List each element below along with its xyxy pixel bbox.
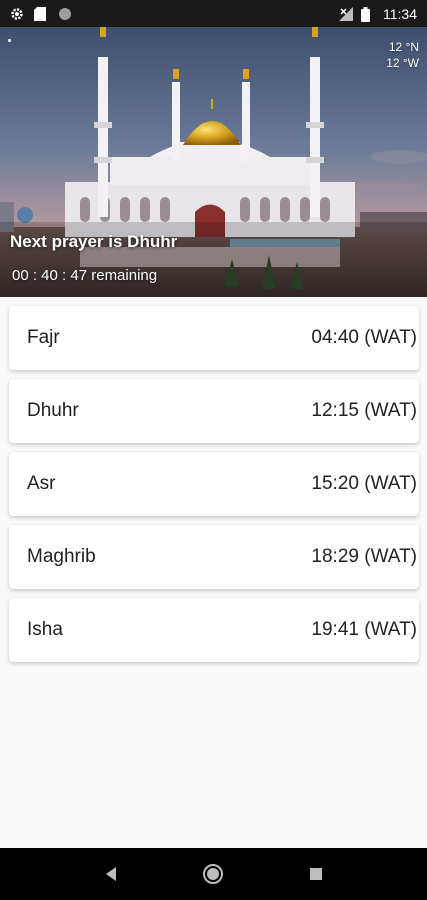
next-prayer-title: Next prayer is Dhuhr: [10, 232, 178, 251]
prayer-name: Isha: [27, 619, 63, 640]
system-nav-bar: [0, 848, 427, 900]
header-image: 12 °N 12 °W Next prayer is Dhuhr 00 : 40…: [0, 27, 427, 297]
recents-icon[interactable]: [304, 862, 328, 886]
prayer-time: 12:15 (WAT): [311, 400, 417, 421]
prayer-card-dhuhr[interactable]: Dhuhr 12:15 (WAT): [9, 379, 419, 443]
coordinates: 12 °N 12 °W: [386, 39, 419, 71]
prayer-time: 19:41 (WAT): [311, 619, 417, 640]
gear-icon: [10, 7, 24, 21]
longitude: 12 °W: [386, 56, 419, 70]
prayer-time: 04:40 (WAT): [311, 327, 417, 348]
status-time: 11:34: [383, 5, 417, 22]
prayer-list: Fajr 04:40 (WAT) Dhuhr 12:15 (WAT) Asr 1…: [9, 306, 419, 671]
home-icon[interactable]: [201, 862, 225, 886]
prayer-name: Dhuhr: [27, 400, 79, 421]
prayer-name: Maghrib: [27, 546, 96, 567]
signal-icon: [339, 6, 353, 21]
prayer-card-isha[interactable]: Isha 19:41 (WAT): [9, 598, 419, 662]
mosque-illustration: [0, 27, 427, 297]
prayer-name: Asr: [27, 473, 56, 494]
prayer-card-maghrib[interactable]: Maghrib 18:29 (WAT): [9, 525, 419, 589]
back-icon[interactable]: [99, 862, 123, 886]
remaining-countdown: 00 : 40 : 47 remaining: [12, 267, 158, 284]
status-bar: 11:34: [0, 0, 427, 27]
prayer-card-asr[interactable]: Asr 15:20 (WAT): [9, 452, 419, 516]
latitude: 12 °N: [388, 40, 419, 54]
prayer-name: Fajr: [27, 327, 60, 348]
sd-card-icon: [34, 6, 48, 21]
battery-icon: [361, 6, 375, 22]
overflow-dot: [8, 39, 11, 42]
prayer-card-fajr[interactable]: Fajr 04:40 (WAT): [9, 306, 419, 370]
circle-icon: [58, 7, 72, 21]
prayer-time: 18:29 (WAT): [311, 546, 417, 567]
prayer-time: 15:20 (WAT): [311, 473, 417, 494]
